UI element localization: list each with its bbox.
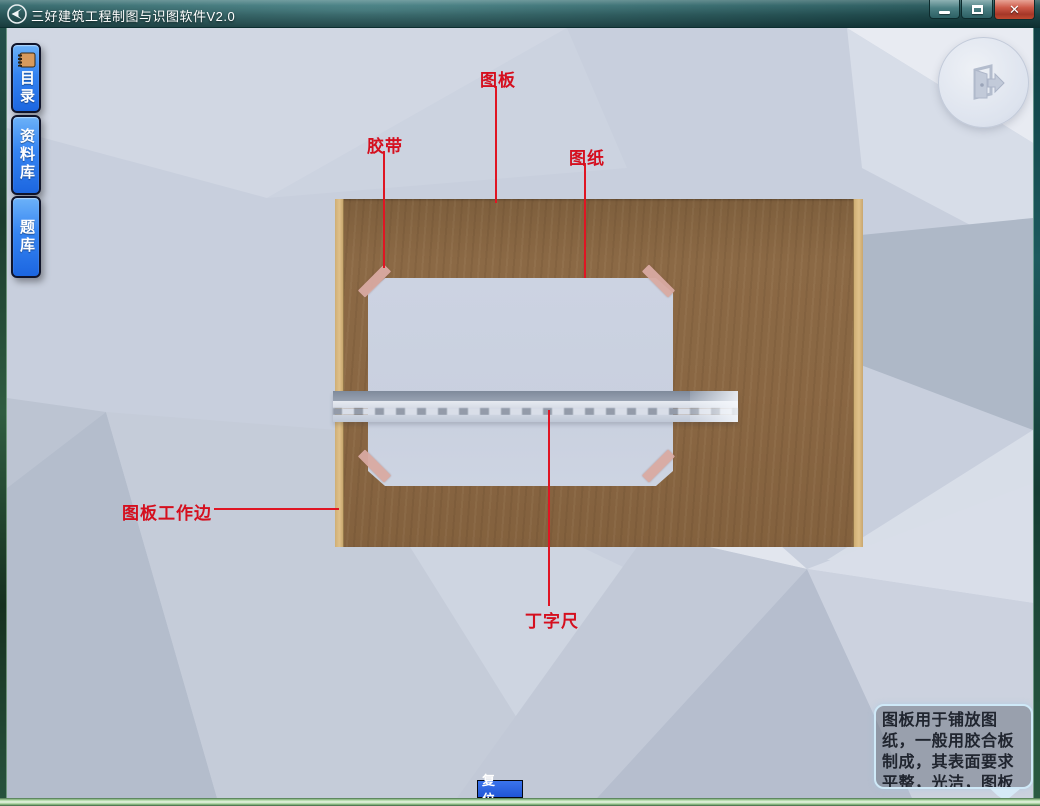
leader-line-working-edge xyxy=(214,508,339,510)
t-square-blade-end xyxy=(690,391,738,422)
leader-line-paper xyxy=(584,163,586,278)
title-bar: 三好建筑工程制图与识图软件V2.0 ✕ xyxy=(0,0,1040,28)
close-icon: ✕ xyxy=(1009,2,1020,18)
maximize-button[interactable] xyxy=(961,0,993,19)
t-square-scale-ticks xyxy=(333,408,738,415)
sidebar-item-question-bank[interactable]: 题库 xyxy=(11,196,41,278)
t-square-bottom xyxy=(333,415,738,422)
info-bubble-text: 图板用于铺放图纸，一般用胶合板制成，其表面要求平整，光洁，图板的 xyxy=(882,712,1014,789)
window-border-right xyxy=(1033,28,1040,798)
minimize-icon xyxy=(939,11,950,14)
drawing-paper xyxy=(368,278,673,486)
window-border-left xyxy=(0,28,7,798)
reset-button[interactable]: 复 位 xyxy=(477,780,523,798)
notebook-icon xyxy=(16,52,36,68)
minimize-button[interactable] xyxy=(929,0,960,19)
drawing-board-scene[interactable]: 图板 胶带 图纸 图板工作边 丁字尺 xyxy=(0,0,1040,806)
annotation-tape: 胶带 xyxy=(367,132,403,157)
window-border-bottom xyxy=(0,798,1040,806)
annotation-board: 图板 xyxy=(480,66,516,91)
t-square-top-stripe xyxy=(333,391,738,401)
leader-line-board xyxy=(495,86,497,203)
sidebar-item-label: 题库 xyxy=(14,219,38,255)
sidebar-item-label: 资料库 xyxy=(14,128,38,182)
window-title: 三好建筑工程制图与识图软件V2.0 xyxy=(31,6,235,25)
t-square-mid xyxy=(333,401,738,408)
leader-line-tsquare xyxy=(548,410,550,606)
leader-line-tape xyxy=(383,151,385,268)
sidebar-item-catalog[interactable]: 目录 xyxy=(11,43,41,113)
exit-door-icon xyxy=(961,60,1007,106)
exit-button[interactable] xyxy=(938,37,1029,128)
t-square xyxy=(333,391,738,422)
unity-logo-icon xyxy=(7,4,27,24)
board-right-edge xyxy=(853,199,863,547)
sidebar-item-label: 目录 xyxy=(14,70,38,106)
info-bubble: 图板用于铺放图纸，一般用胶合板制成，其表面要求平整，光洁，图板的 xyxy=(874,704,1033,789)
annotation-paper: 图纸 xyxy=(569,144,605,169)
annotation-tsquare: 丁字尺 xyxy=(525,607,579,632)
annotation-working-edge: 图板工作边 xyxy=(122,499,212,524)
application-window: 图板 胶带 图纸 图板工作边 丁字尺 目录 资料库 题库 xyxy=(0,0,1040,806)
maximize-icon xyxy=(972,5,983,14)
close-button[interactable]: ✕ xyxy=(994,0,1035,20)
board-left-edge xyxy=(335,199,344,547)
sidebar-item-library[interactable]: 资料库 xyxy=(11,115,41,195)
